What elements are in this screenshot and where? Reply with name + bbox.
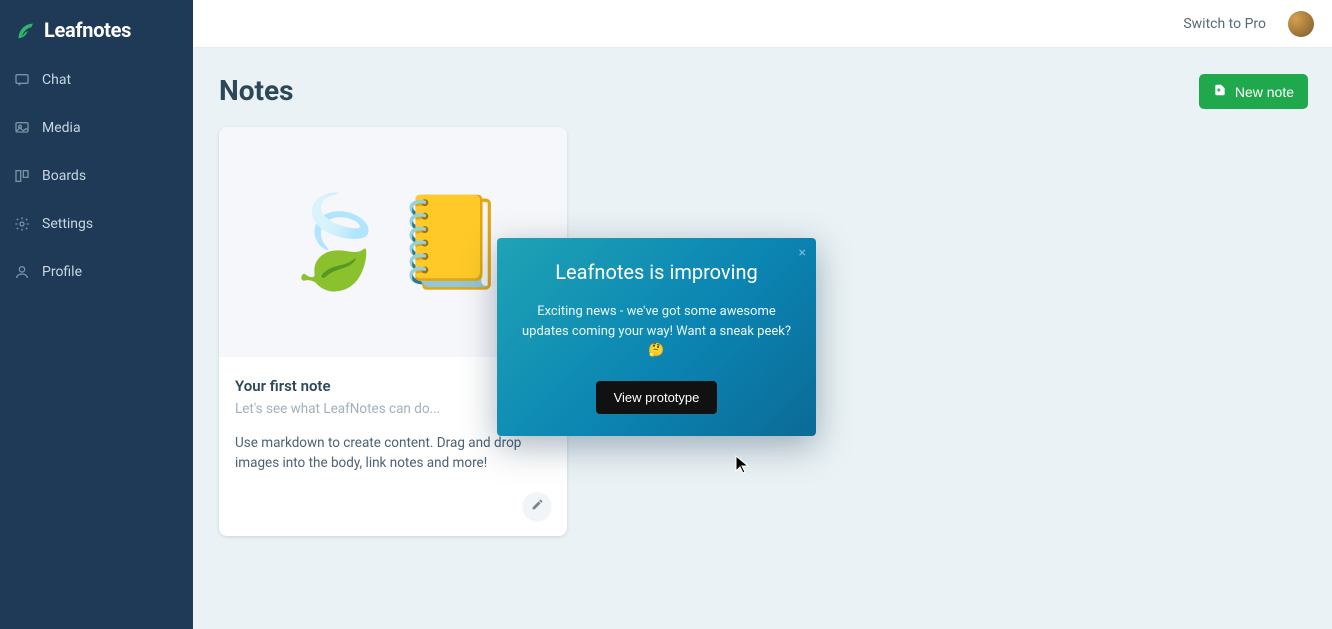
plus-note-icon bbox=[1213, 83, 1227, 100]
sidebar-item-label: Boards bbox=[42, 168, 86, 184]
sidebar-item-label: Profile bbox=[42, 264, 82, 280]
new-note-button[interactable]: New note bbox=[1199, 74, 1308, 109]
page-title: Notes bbox=[219, 74, 1306, 107]
sidebar-item-profile[interactable]: Profile bbox=[0, 254, 193, 290]
avatar[interactable] bbox=[1288, 11, 1314, 37]
sidebar-item-media[interactable]: Media bbox=[0, 110, 193, 146]
sidebar-item-label: Settings bbox=[42, 216, 93, 232]
modal-text: Exciting news - we've got some awesome u… bbox=[517, 302, 796, 361]
sidebar-item-chat[interactable]: Chat bbox=[0, 62, 193, 98]
brand-logo[interactable]: Leafnotes bbox=[0, 12, 193, 62]
gear-icon bbox=[14, 216, 30, 232]
boards-icon bbox=[14, 168, 30, 184]
sidebar-item-label: Media bbox=[42, 120, 81, 136]
edit-note-button[interactable] bbox=[523, 492, 551, 520]
sidebar-item-label: Chat bbox=[42, 72, 71, 88]
sidebar: Leafnotes Chat Media Boards Settings Pro… bbox=[0, 0, 193, 629]
new-note-label: New note bbox=[1235, 84, 1294, 100]
sidebar-item-boards[interactable]: Boards bbox=[0, 158, 193, 194]
modal-title: Leafnotes is improving bbox=[517, 260, 796, 284]
brand-name: Leafnotes bbox=[44, 18, 131, 42]
leaves-emoji: 🍃 bbox=[279, 190, 391, 295]
pencil-icon bbox=[531, 496, 544, 515]
user-icon bbox=[14, 264, 30, 280]
announcement-modal: × Leafnotes is improving Exciting news -… bbox=[497, 238, 816, 436]
view-prototype-button[interactable]: View prototype bbox=[596, 381, 718, 414]
sidebar-item-settings[interactable]: Settings bbox=[0, 206, 193, 242]
chat-icon bbox=[14, 72, 30, 88]
note-description: Use markdown to create content. Drag and… bbox=[235, 433, 551, 474]
notebook-emoji: 📒 bbox=[395, 190, 507, 295]
image-icon bbox=[14, 120, 30, 136]
close-icon[interactable]: × bbox=[799, 246, 806, 260]
top-header: Switch to Pro bbox=[193, 0, 1332, 48]
switch-to-pro-link[interactable]: Switch to Pro bbox=[1183, 16, 1266, 32]
leaf-icon bbox=[14, 19, 36, 41]
